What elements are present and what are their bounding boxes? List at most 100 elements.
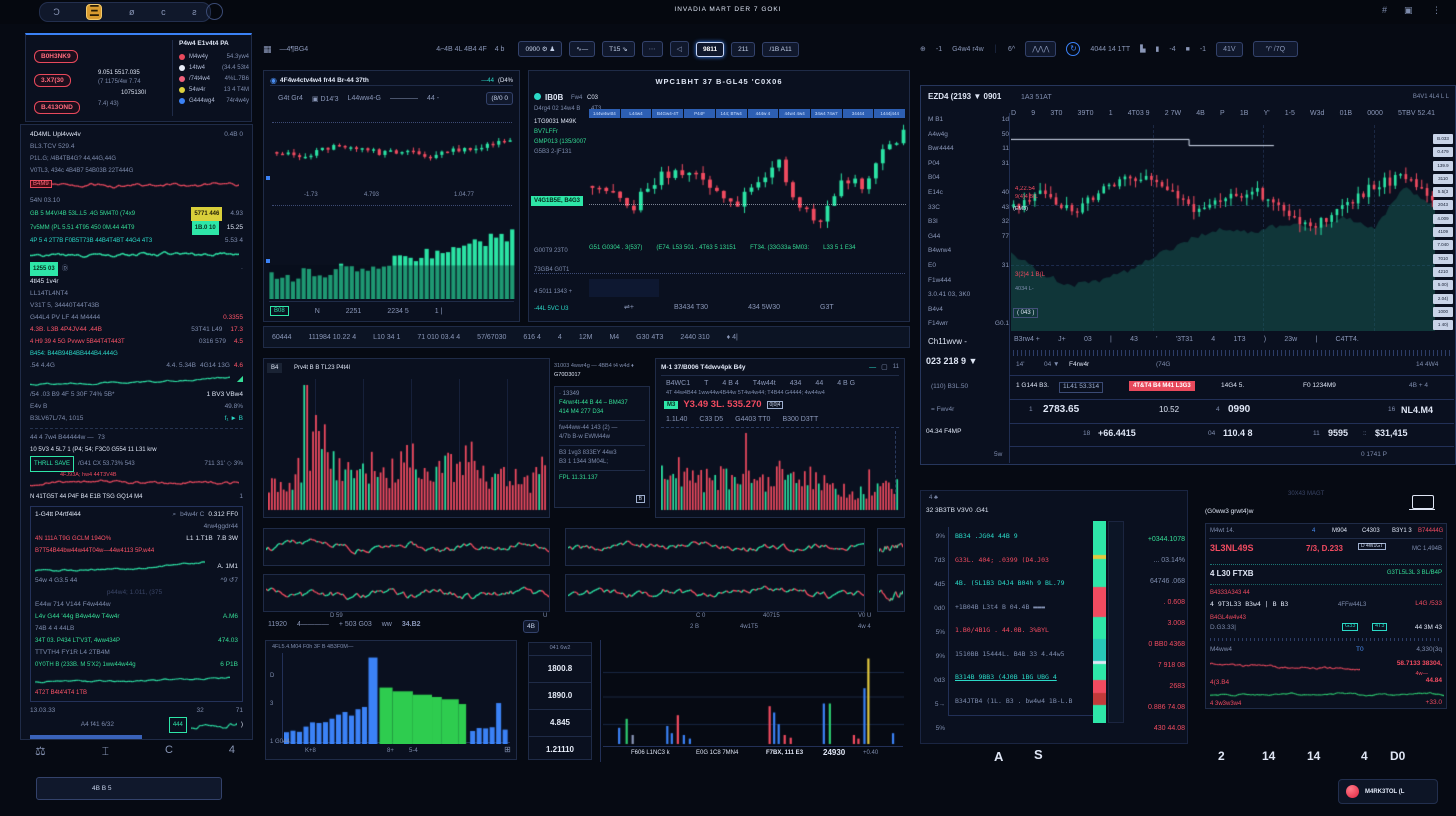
- alert-badge[interactable]: 4T&T4 B4 M41 L3G3: [1129, 381, 1195, 391]
- watch-row[interactable]: G44L4 PV LF 44 M44440.3355: [30, 312, 243, 324]
- card-badge[interactable]: B: [636, 495, 645, 503]
- hotkey-1a[interactable]: 14: [1262, 750, 1275, 762]
- stat-row[interactable]: 3.0.41 03, 3K0: [928, 288, 1009, 303]
- ladder-value[interactable]: 1800.8: [529, 655, 591, 682]
- stat-row[interactable]: B04: [928, 171, 1009, 186]
- watch-row[interactable]: V31T 5, 34440T44T43B: [30, 300, 243, 312]
- stat-row[interactable]: B4v4: [928, 303, 1009, 318]
- alert-badge-2[interactable]: 3.X7(30: [34, 69, 71, 87]
- portfolio-row[interactable]: 34T 03. P434 LT'V3T, 4ww434P474.03: [35, 635, 238, 647]
- toolbar-button[interactable]: ◁: [670, 41, 689, 57]
- main-candle-chart[interactable]: [589, 121, 907, 239]
- mid-item[interactable]: 04 ▼: [1044, 362, 1059, 369]
- chart-tab[interactable]: 144w4w4t4: [589, 109, 620, 118]
- app-icon-4[interactable]: ƨ: [192, 7, 197, 17]
- stat-row[interactable]: Bwr444411: [928, 142, 1009, 157]
- ladder-value[interactable]: 1890.0: [529, 682, 591, 709]
- app-icon-1[interactable]: Ɔ: [53, 7, 60, 17]
- alert-badge-3[interactable]: B.413OND: [34, 96, 80, 114]
- toolbar-item[interactable]: ▮: [1156, 45, 1160, 53]
- flame-chart-2[interactable]: [661, 431, 899, 511]
- ticker-symbol[interactable]: IB0B: [545, 94, 563, 102]
- watch-row[interactable]: 4D4ML Upl4vw4v0.4B 0: [30, 129, 243, 141]
- book-row[interactable]: 4B. (5L1B3 D4J4 B04h 9 BL.79: [955, 572, 1089, 596]
- hist-foot-icon[interactable]: K+8: [305, 748, 316, 754]
- panel-d-tool[interactable]: T: [704, 380, 708, 387]
- hotkey-1b[interactable]: 14: [1307, 750, 1320, 762]
- mini-candle-chart[interactable]: [274, 129, 513, 175]
- book-row[interactable]: BB34 .JG04 44B 9: [955, 525, 1089, 549]
- chart-tab[interactable]: 1444|444: [874, 109, 905, 118]
- histogram-chart[interactable]: [284, 653, 512, 744]
- watch-row[interactable]: 10 5V3 4 5L7 1 (P4; 54; F3C0 G554 11 L31…: [30, 444, 243, 456]
- chart-tab[interactable]: P44F: [684, 109, 715, 118]
- portfolio-row[interactable]: B7T54B44bw44w44T04w—44w4113 5P.w44: [35, 545, 238, 557]
- col-header[interactable]: M904: [1332, 528, 1347, 534]
- stat-row[interactable]: M B11d: [928, 113, 1009, 128]
- watch-row[interactable]: B454: B44B94B4BB444B4.444G: [30, 348, 243, 360]
- col-header[interactable]: C4303: [1362, 528, 1380, 534]
- ladder-value[interactable]: 1.21110: [529, 736, 591, 763]
- app-icon-active[interactable]: Ξ: [86, 4, 102, 20]
- gear-icon[interactable]: ◉: [270, 76, 277, 85]
- stat-row[interactable]: E14c40: [928, 186, 1009, 201]
- book-row[interactable]: B314B 9BB3 (4J0B 1BG UBG 4: [955, 666, 1089, 690]
- watch-row[interactable]: 4 H9 39 4 5G Pvvwv 5B44T4T443T0316 5794.…: [30, 336, 243, 348]
- section-value[interactable]: 023 218 9 ▼: [926, 357, 977, 366]
- watch-row[interactable]: BL3.TCV 529.4: [30, 141, 243, 153]
- book-row[interactable]: 1510BB 15444L. B4B 33 4.44w5: [955, 643, 1089, 667]
- order-cell-box[interactable]: 1L41 53.314: [1059, 382, 1103, 393]
- portfolio-row[interactable]: L4v G44 '44g B4w44w T4w4rA.M6: [35, 611, 238, 623]
- watch-row[interactable]: 7v5MM (PL 5.51 4T95 450 0M.44 44T91B.0 1…: [30, 221, 243, 235]
- watch-row[interactable]: 54N 03.10: [30, 195, 243, 207]
- toolbar-button[interactable]: /1B A11: [762, 42, 798, 57]
- device-icon[interactable]: [1412, 495, 1434, 509]
- hotkey-s[interactable]: S: [1034, 748, 1043, 761]
- restore-icon[interactable]: ▣: [1404, 6, 1413, 15]
- app-icon-3[interactable]: c: [161, 7, 166, 17]
- portfolio-row[interactable]: 54w 4 G3.5 44^9 ↺7: [35, 575, 238, 587]
- tag-green[interactable]: G33: [1342, 623, 1358, 631]
- grid-view-icon[interactable]: ▦: [263, 44, 272, 55]
- summary-blue-box[interactable]: 50000003 190503 4 TWVCC20 4G4'3 44B4GD4 …: [30, 735, 142, 740]
- mover-row[interactable]: M4ww4: [1210, 647, 1232, 654]
- legend-item[interactable]: /74t4w4 4%L.7B6: [179, 74, 249, 85]
- legend-item[interactable]: G444wg4 74r4w4y: [179, 96, 249, 107]
- chart-tab[interactable]: B4Gw4-4T: [652, 109, 683, 118]
- alert-badge-1[interactable]: B0H3NK9: [34, 45, 78, 63]
- mover-row[interactable]: D.G3.33|: [1210, 625, 1236, 632]
- stat-row[interactable]: A4w4g50: [928, 128, 1009, 143]
- legend-item[interactable]: 14tw4 (34.4 53t4: [179, 63, 249, 74]
- mover-symbol[interactable]: 4(3.B4: [1210, 680, 1229, 687]
- scale-icon[interactable]: ⚖: [35, 744, 46, 759]
- stat-row[interactable]: B3I32: [928, 215, 1009, 230]
- toolbar-item[interactable]: ■: [1186, 46, 1190, 53]
- hotkey-a[interactable]: A: [994, 750, 1003, 763]
- chart-tab[interactable]: 34444: [843, 109, 874, 118]
- portfolio-header[interactable]: 1-G4tt P4rtf4l44 ⌕ b4w4r C 0.312 FF0: [35, 509, 238, 521]
- grid-icon[interactable]: #: [1382, 6, 1387, 15]
- toolbar-item[interactable]: -1: [936, 46, 942, 53]
- chart-tool[interactable]: 44 -: [427, 95, 439, 103]
- hist-header-box[interactable]: 4B: [523, 620, 539, 633]
- watch-row[interactable]: /54 .03 B9 4F 5 30F 74% 5B*1 BV3 VBw4: [30, 389, 243, 401]
- portfolio-row[interactable]: 4N 111A T9G GCLM 194O%L1 1.T1B7.B 3W: [35, 533, 238, 545]
- book-row[interactable]: 1.B0/4B1G . 44.0B. 3%BYL: [955, 619, 1089, 643]
- toolbar-button[interactable]: T15 ⇘: [602, 41, 634, 57]
- grid-icon[interactable]: ⊞: [504, 746, 511, 754]
- panel-d-tool[interactable]: T4w44t: [753, 380, 776, 387]
- watch-row[interactable]: 4.3B. L3B 4P4JV44 .44B53T41 L4917.3: [30, 324, 243, 336]
- right-main-chart[interactable]: [1011, 125, 1435, 331]
- mid-item[interactable]: F4rw4r: [1069, 362, 1089, 369]
- col-header[interactable]: B74444G: [1418, 528, 1443, 534]
- toolbar-item[interactable]: ↻: [1066, 42, 1080, 56]
- book-row[interactable]: B34JTB4 (1L. B3 . bw4w4 1B-L.B: [955, 690, 1089, 714]
- stat-row[interactable]: P0431: [928, 157, 1009, 172]
- toolbar-item[interactable]: ⊕: [920, 45, 926, 53]
- chart-tab[interactable]: L44w4: [621, 109, 652, 118]
- watch-row[interactable]: V0TL3, 434c 4B4B7 54B03B 22T444G: [30, 165, 243, 177]
- hist-foot-icon[interactable]: 5-4: [409, 748, 418, 754]
- c-icon[interactable]: C: [165, 744, 173, 759]
- legend-item[interactable]: M4w4y 54.3yw4: [179, 52, 249, 63]
- watch-row[interactable]: .54 4.4G4.4. 5.34B4G14 13G4.6: [30, 360, 243, 372]
